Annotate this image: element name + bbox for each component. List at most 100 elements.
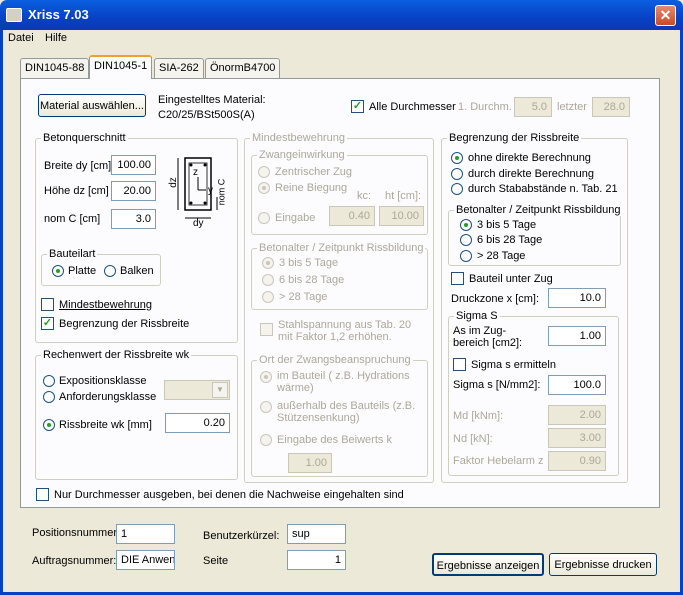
ort-im-bauteil-label: im Bauteil ( z.B. Hydrations wärme) <box>277 370 410 394</box>
rebar-bottom-left <box>189 201 193 205</box>
material-select-button[interactable]: Material auswählen... <box>38 94 146 117</box>
rissbreite-label: Rissbreite wk [mm] <box>59 419 152 431</box>
faktor-input[interactable]: 0.90 <box>548 451 606 471</box>
begr-betonalter-title: Betonalter / Zeitpunkt Rissbildung <box>454 204 623 216</box>
anforderung-radio[interactable] <box>43 391 55 403</box>
sigma-s-label: Sigma s [N/mm2]: <box>453 379 541 391</box>
close-button[interactable]: ✕ <box>655 5 676 26</box>
druckzone-label: Druckzone x [cm]: <box>451 293 540 305</box>
begrenzung-label: Begrenzung der Rissbreite <box>59 318 190 330</box>
mindestbewehrung-checkbox[interactable] <box>41 298 54 311</box>
rissbreite-radio[interactable] <box>43 419 55 431</box>
menu-datei[interactable]: Datei <box>8 32 34 44</box>
direkte-berechnung-radio[interactable] <box>451 168 463 180</box>
zentrisch-radio[interactable] <box>258 166 270 178</box>
ergebnisse-anzeigen-button[interactable]: Ergebnisse anzeigen <box>432 553 544 576</box>
chevron-down-icon[interactable]: ▼ <box>212 382 228 398</box>
begr-alter-6-28-radio[interactable] <box>460 234 472 246</box>
ohne-berechnung-radio[interactable] <box>451 152 463 164</box>
material-current-label: Eingestelltes Material: <box>158 94 266 106</box>
begr-alter-3-5-label: 3 bis 5 Tage <box>477 219 537 231</box>
sigma-ermitteln-label: Sigma s ermitteln <box>471 359 556 371</box>
begr-alter-28-radio[interactable] <box>460 250 472 262</box>
last-diameter-input[interactable]: 28.0 <box>592 97 630 117</box>
ht-input[interactable]: 10.00 <box>379 206 424 226</box>
cross-section-diagram: dz dy z y nom C <box>168 155 233 230</box>
stahlspannung-checkbox[interactable] <box>260 323 273 336</box>
seite-input[interactable]: 1 <box>287 550 346 570</box>
mindest-alter-6-28-radio[interactable] <box>262 274 274 286</box>
kc-label: kc: <box>357 190 372 202</box>
anforderung-label: Anforderungsklasse <box>59 391 157 403</box>
kc-input[interactable]: 0.40 <box>329 206 375 226</box>
zentrisch-label: Zentrischer Zug <box>275 166 353 178</box>
as-input[interactable]: 1.00 <box>548 326 606 346</box>
mindest-alter-3-5-radio[interactable] <box>262 257 274 269</box>
mindest-alter-3-5-label: 3 bis 5 Tage <box>279 257 339 269</box>
bauteilart-balken-label: Balken <box>120 265 154 277</box>
window-border-left <box>0 30 3 595</box>
sigma-s-input[interactable]: 100.0 <box>548 375 606 395</box>
ht-label: ht [cm]: <box>385 190 422 202</box>
nur-durchmesser-checkbox[interactable] <box>36 488 49 501</box>
ort-ausserhalb-radio[interactable] <box>260 401 272 413</box>
k-input[interactable]: 1.00 <box>288 453 332 473</box>
bauteilart-platte-radio[interactable] <box>52 265 64 277</box>
diagram-dy-label: dy <box>193 218 204 229</box>
ort-title: Ort der Zwangsbeanspruchung <box>257 354 413 366</box>
benutzerkuerzel-label: Benutzerkürzel: <box>203 530 280 542</box>
bauteilart-title: Bauteilart <box>47 248 98 260</box>
alle-durchmesser-label: Alle Durchmesser <box>369 101 456 113</box>
nd-input[interactable]: 3.00 <box>548 428 606 448</box>
diagram-z-label: z <box>193 167 198 178</box>
menu-hilfe[interactable]: Hilfe <box>45 32 67 44</box>
druckzone-input[interactable]: 10.0 <box>548 288 606 308</box>
tab-din1045-88[interactable]: DIN1045-88 <box>20 58 90 78</box>
benutzerkuerzel-input[interactable]: sup <box>287 524 346 544</box>
mindest-alter-28-radio[interactable] <box>262 291 274 303</box>
mindestbewehrung-label: Mindestbewehrung <box>59 299 152 311</box>
bauteilart-platte-label: Platte <box>68 265 97 277</box>
tab-onorm-b4700[interactable]: ÖnormB4700 <box>205 58 281 78</box>
begr-alter-6-28-label: 6 bis 28 Tage <box>477 234 543 246</box>
breite-input[interactable]: 100.00 <box>111 155 156 175</box>
ort-im-bauteil-radio[interactable] <box>260 371 272 383</box>
stababstaende-radio[interactable] <box>451 183 463 195</box>
title-bar[interactable] <box>0 0 683 30</box>
hoehe-input[interactable]: 20.00 <box>111 181 156 201</box>
tab-din1045-1[interactable]: DIN1045-1 <box>89 55 153 79</box>
sigma-ermitteln-checkbox[interactable] <box>453 358 466 371</box>
faktor-label: Faktor Hebelarm z <box>453 455 544 467</box>
eingabe-label: Eingabe <box>275 212 316 224</box>
nur-durchmesser-label: Nur Durchmesser ausgeben, bei denen die … <box>54 489 404 501</box>
betonquerschnitt-title: Betonquerschnitt <box>41 132 128 144</box>
unter-zug-checkbox[interactable] <box>451 272 464 285</box>
mindest-betonalter-title: Betonalter / Zeitpunkt Rissbildung <box>257 242 426 254</box>
klasse-dropdown[interactable]: ▼ <box>164 380 230 400</box>
direkte-berechnung-label: durch direkte Berechnung <box>468 168 594 180</box>
material-current-value: C20/25/BSt500S(A) <box>158 109 255 121</box>
rissbreite-input[interactable]: 0.20 <box>165 413 230 433</box>
first-diameter-input[interactable]: 5.0 <box>514 97 552 117</box>
tab-sia-262[interactable]: SIA-262 <box>154 58 204 78</box>
positionsnummer-input[interactable]: 1 <box>116 524 175 544</box>
md-input[interactable]: 2.00 <box>548 405 606 425</box>
rebar-top-right <box>203 163 207 167</box>
nomc-input[interactable]: 3.0 <box>111 209 156 229</box>
begr-alter-3-5-radio[interactable] <box>460 219 472 231</box>
nd-label: Nd [kN]: <box>453 433 493 445</box>
auftragsnummer-input[interactable]: DIE Anwen <box>116 550 175 570</box>
as-label: As im Zug- bereich [cm2]: <box>453 325 523 349</box>
hoehe-label: Höhe dz [cm] <box>44 185 109 197</box>
ort-eingabe-radio[interactable] <box>260 434 272 446</box>
bauteilart-balken-radio[interactable] <box>104 265 116 277</box>
exposition-label: Expositionsklasse <box>59 375 147 387</box>
reine-biegung-radio[interactable] <box>258 182 270 194</box>
exposition-radio[interactable] <box>43 375 55 387</box>
zwangeinwirkung-title: Zwangeinwirkung <box>257 149 347 161</box>
ergebnisse-drucken-button[interactable]: Ergebnisse drucken <box>549 553 657 576</box>
alle-durchmesser-checkbox[interactable]: ✓ <box>351 100 364 113</box>
begrenzung-checkbox[interactable]: ✓ <box>41 317 54 330</box>
eingabe-radio[interactable] <box>258 212 270 224</box>
seite-label: Seite <box>203 555 229 567</box>
